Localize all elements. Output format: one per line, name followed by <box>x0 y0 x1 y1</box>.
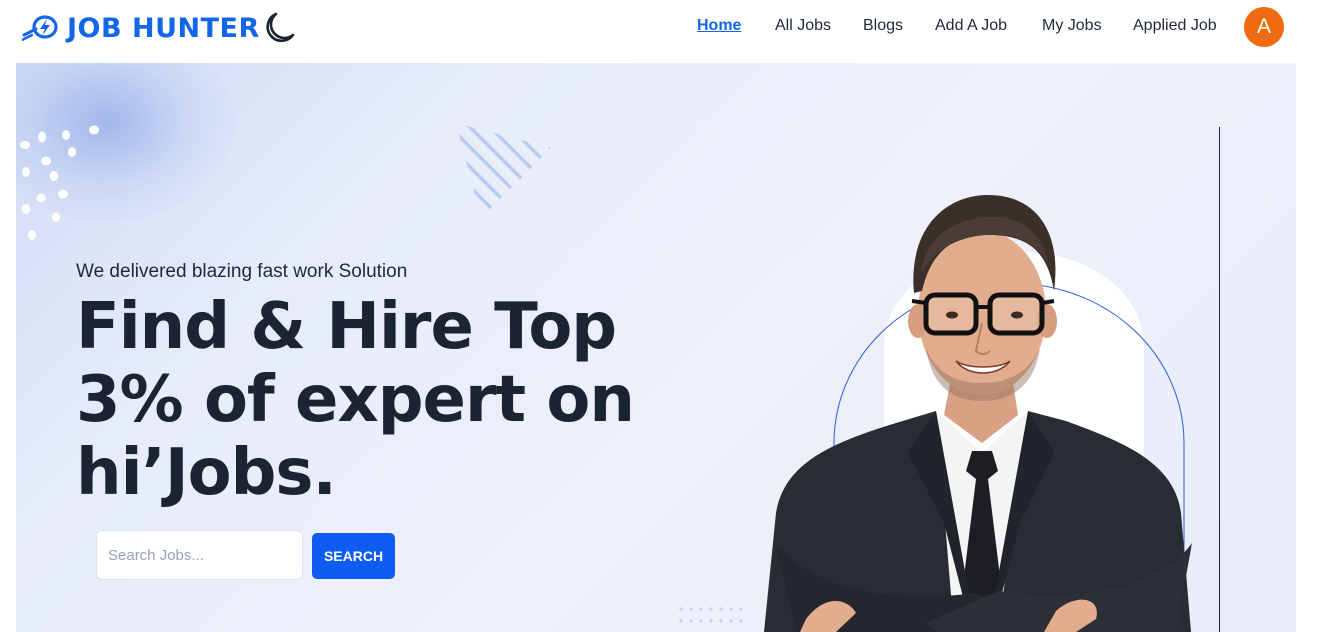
headline-line: Find & Hire Top <box>76 290 617 364</box>
nav-link-all-jobs[interactable]: All Jobs <box>775 17 831 35</box>
nav-link-home[interactable]: Home <box>697 17 741 35</box>
decorative-stripes <box>456 123 551 218</box>
hero-banner: We delivered blazing fast work Solution … <box>16 63 1296 632</box>
businessman-photo <box>764 195 1192 632</box>
nav-link-blogs[interactable]: Blogs <box>863 17 903 35</box>
main-nav: Home All Jobs Blogs Add A Job My Jobs Ap… <box>0 17 1325 39</box>
nav-link-add-a-job[interactable]: Add A Job <box>935 17 1007 35</box>
hero-headline: Find & Hire Top 3% of expert on hi’Jobs. <box>76 291 696 510</box>
search-button[interactable]: SEARCH <box>312 533 395 579</box>
headline-line: hi’Jobs. <box>76 436 337 510</box>
user-avatar[interactable]: A <box>1244 7 1284 47</box>
hero-tagline: We delivered blazing fast work Solution <box>76 261 408 282</box>
job-search-input[interactable] <box>96 530 303 580</box>
divider-line <box>1219 127 1220 632</box>
top-navbar: JOB HUNTER Home All Jobs Blogs Add A Job… <box>0 0 1325 62</box>
decorative-dots <box>20 125 99 240</box>
nav-link-applied-job[interactable]: Applied Job <box>1133 17 1217 35</box>
nav-link-my-jobs[interactable]: My Jobs <box>1042 17 1102 35</box>
headline-line: 3% of expert on <box>76 363 635 437</box>
